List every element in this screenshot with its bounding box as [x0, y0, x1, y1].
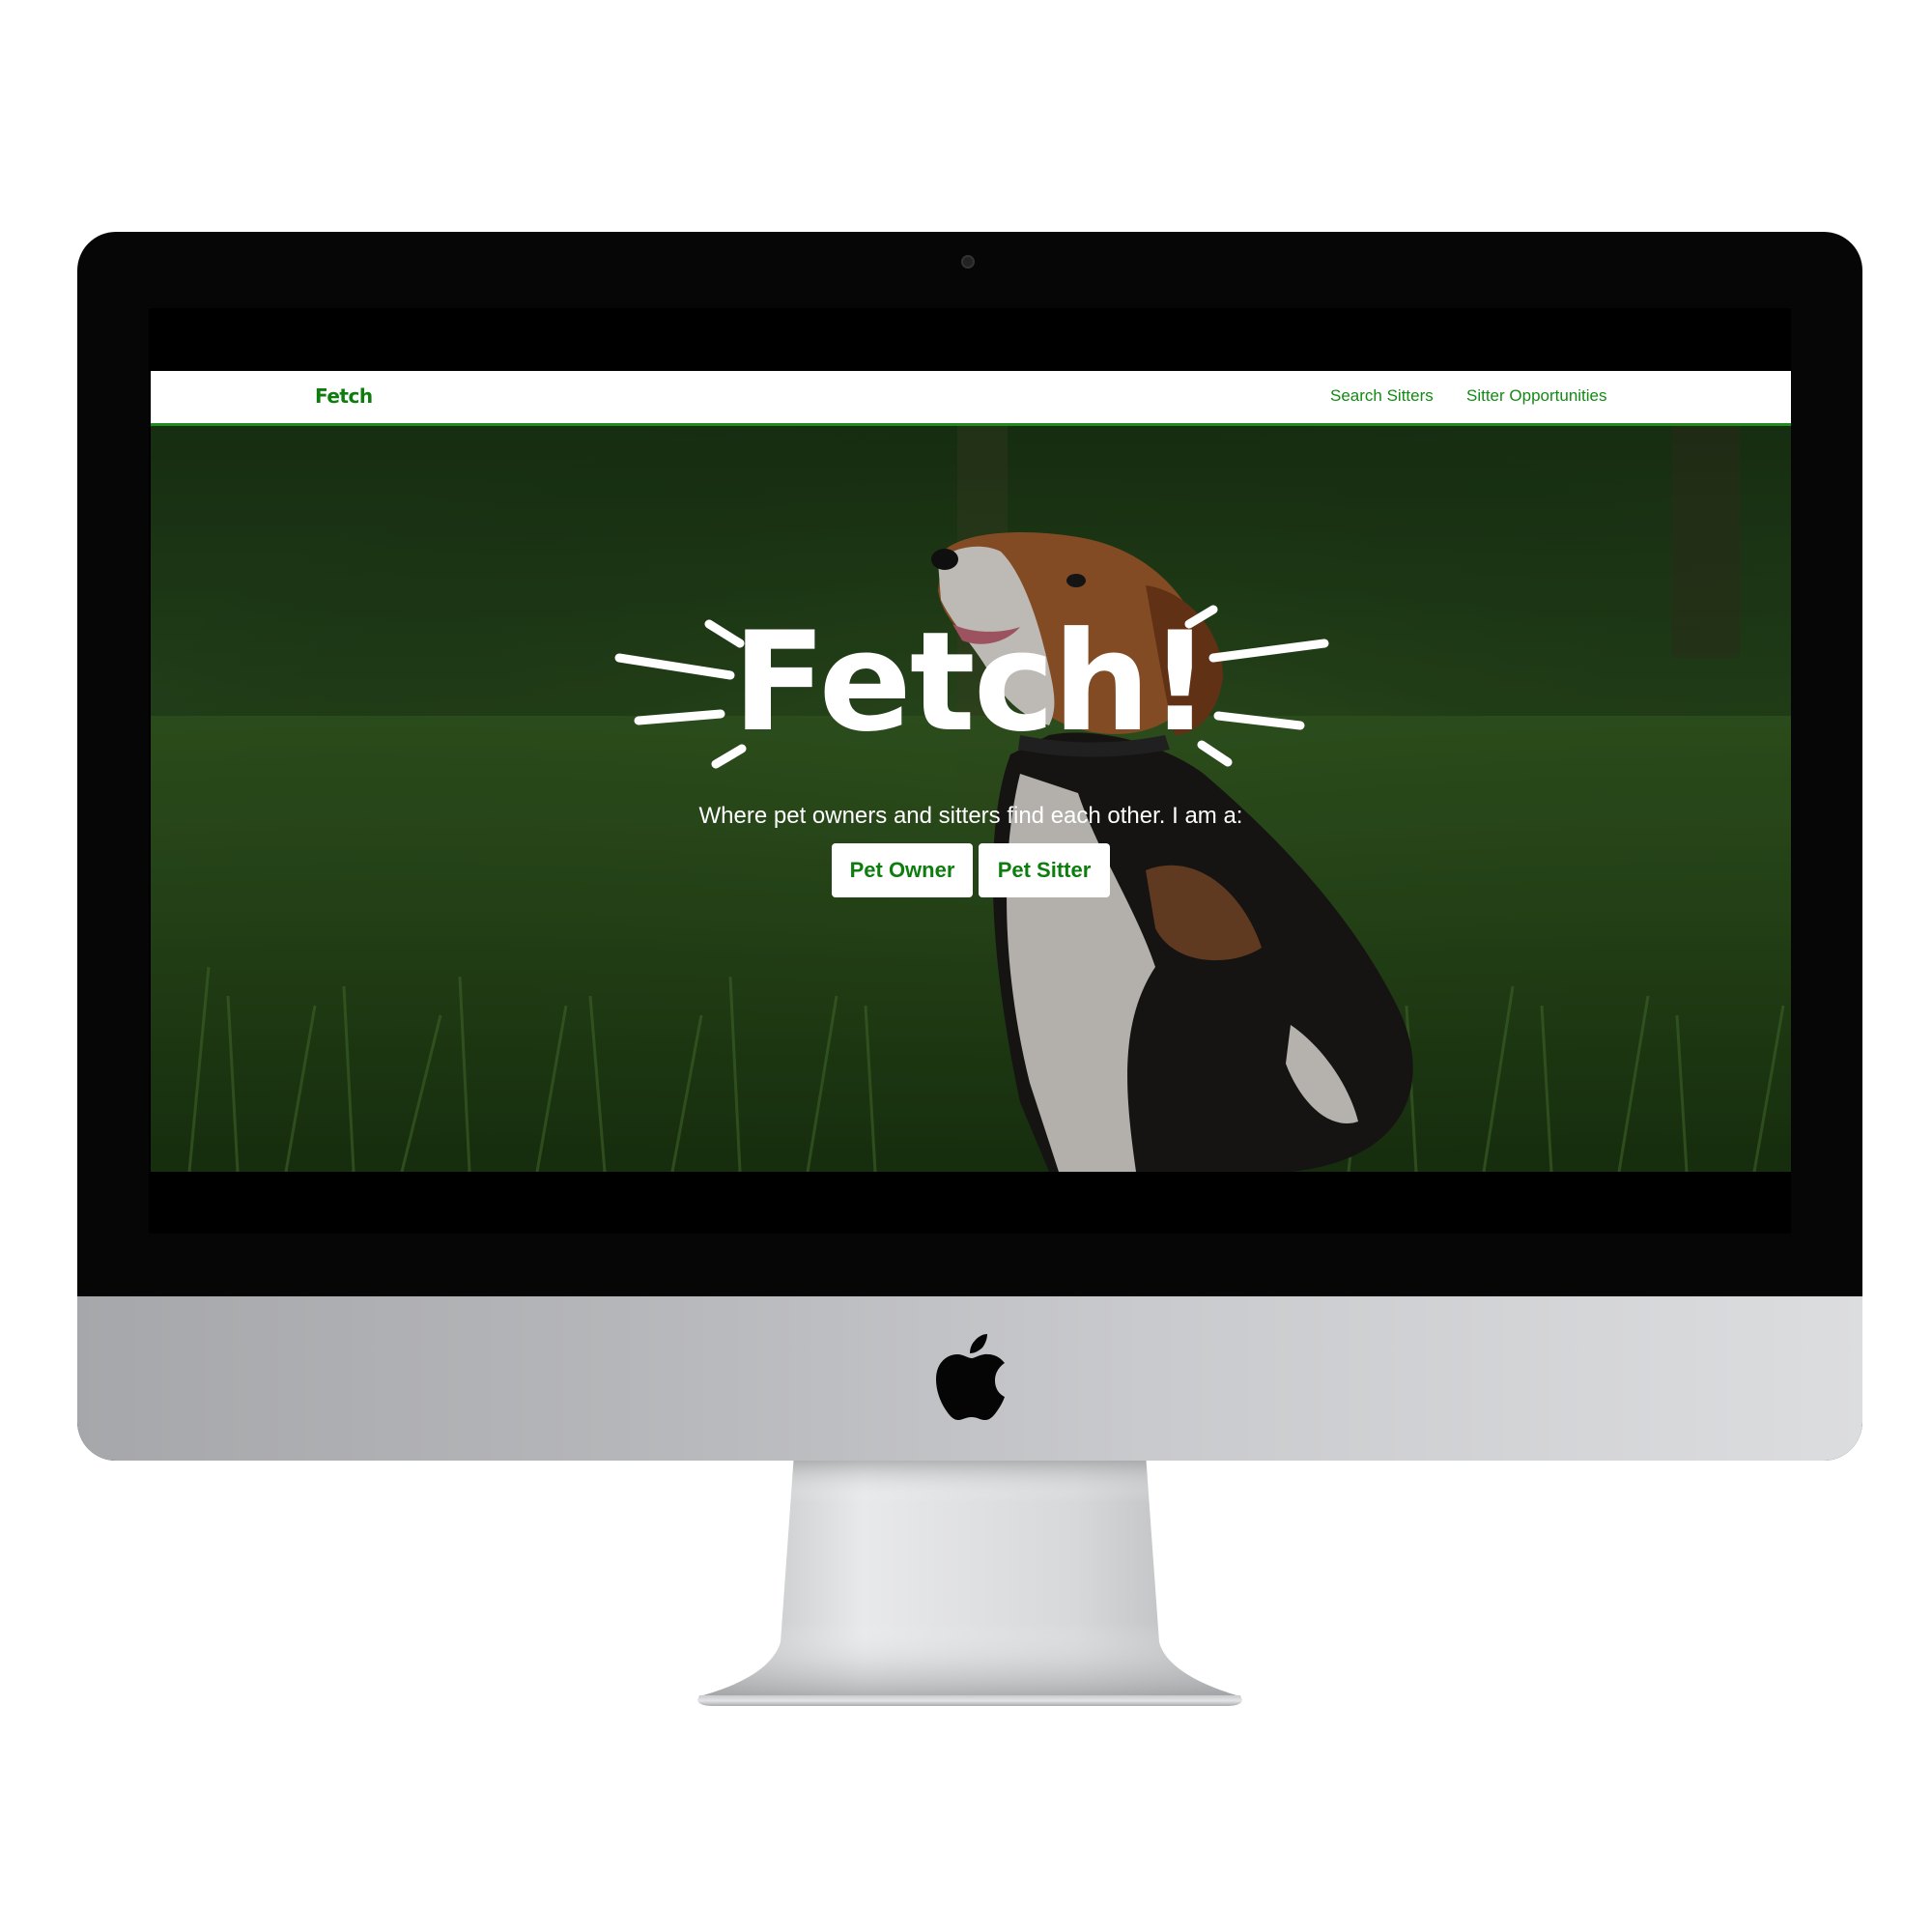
nav-brand-logo[interactable]: Fetch [315, 384, 373, 408]
nav-link-sitter-opportunities[interactable]: Sitter Opportunities [1466, 386, 1607, 406]
navbar: Fetch Search Sitters Sitter Opportunitie… [151, 371, 1791, 426]
screen: Fetch Search Sitters Sitter Opportunitie… [149, 308, 1791, 1234]
mockup-stage: Fetch Search Sitters Sitter Opportunitie… [0, 0, 1932, 1932]
hero-background-photo [151, 426, 1791, 1172]
hero-title: Fetch! [732, 603, 1210, 762]
apple-icon [936, 1334, 1005, 1420]
pet-sitter-button[interactable]: Pet Sitter [979, 843, 1110, 897]
pet-owner-button[interactable]: Pet Owner [832, 843, 973, 897]
nav-link-search-sitters[interactable]: Search Sitters [1330, 386, 1434, 406]
webcam-icon [961, 255, 975, 269]
hero-subtitle: Where pet owners and sitters find each o… [698, 803, 1243, 829]
hero-section: Fetch! Where pet owners and sitters find… [151, 426, 1791, 1172]
